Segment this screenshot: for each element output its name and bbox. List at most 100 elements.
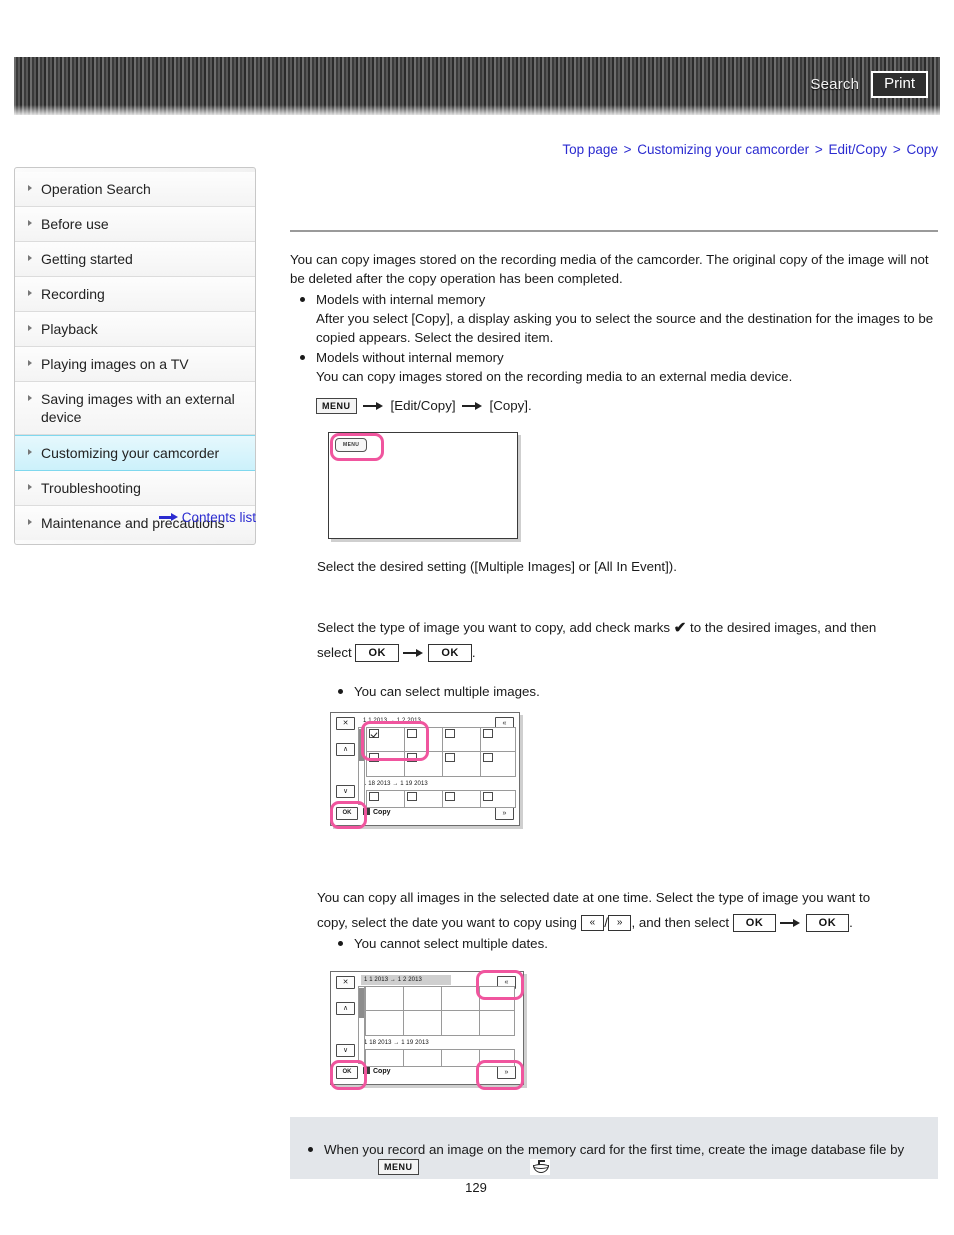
- thumbnail-checkbox[interactable]: [407, 729, 417, 738]
- all-in-event-line1: You can copy all images in the selected …: [317, 890, 871, 905]
- period: .: [849, 915, 853, 930]
- scroll-down-icon[interactable]: ∨: [336, 785, 355, 798]
- date-range-top: 1 1 2013 → 1 2 2013: [364, 977, 422, 983]
- all-in-event-line2b: , and then select: [631, 915, 730, 930]
- bullet-body: You can copy images stored on the record…: [316, 369, 793, 384]
- thumbnail-cell[interactable]: [441, 986, 481, 1012]
- sidebar-item-saving-images-external-device[interactable]: Saving images with an external device: [15, 382, 255, 435]
- select-setting-caption: Select the desired setting ([Multiple Im…: [317, 559, 677, 574]
- setup-icon: [530, 1159, 550, 1175]
- thumbnail-cell[interactable]: [479, 1010, 515, 1036]
- sidebar-item-playback[interactable]: Playback: [15, 312, 255, 347]
- sidebar-item-recording[interactable]: Recording: [15, 277, 255, 312]
- thumbnail-cell[interactable]: [441, 1049, 481, 1067]
- all-in-event-line2a: copy, select the date you want to copy u…: [317, 915, 577, 930]
- thumbnail-checkbox[interactable]: [445, 729, 455, 738]
- menu-button-glyph[interactable]: MENU: [316, 398, 357, 414]
- thumbnail-checkbox[interactable]: [407, 753, 417, 762]
- sidebar-item-playing-images-on-a-tv[interactable]: Playing images on a TV: [15, 347, 255, 382]
- copy-label-text: Copy: [373, 809, 391, 816]
- thumbnail-checkbox[interactable]: [483, 729, 493, 738]
- list-item: Models with internal memory After you se…: [290, 290, 938, 347]
- scroll-down-icon[interactable]: ∨: [336, 1044, 355, 1057]
- ok-button-glyph[interactable]: OK: [805, 914, 850, 933]
- scrollbar-track[interactable]: [358, 727, 365, 805]
- menu-button-glyph[interactable]: MENU: [378, 1159, 419, 1175]
- ok-button[interactable]: OK: [336, 807, 358, 820]
- scroll-up-icon[interactable]: ∧: [336, 743, 355, 756]
- chevron-right-icon: [28, 220, 32, 226]
- thumbnail-cell[interactable]: [441, 1010, 481, 1036]
- sidebar-item-label: Getting started: [41, 251, 133, 267]
- close-icon[interactable]: ✕: [336, 976, 355, 989]
- search-link[interactable]: Search: [810, 76, 859, 93]
- sidebar-item-label: Operation Search: [41, 181, 151, 197]
- thumbnail-cell[interactable]: [403, 1010, 443, 1036]
- sidebar-item-label: Troubleshooting: [41, 480, 141, 496]
- ok-button-glyph[interactable]: OK: [428, 644, 472, 663]
- all-in-event-note-list: You cannot select multiple dates.: [328, 934, 928, 954]
- scrollbar-thumb[interactable]: [359, 729, 364, 761]
- page-down-icon[interactable]: »: [495, 807, 514, 820]
- chevron-right-icon: [28, 290, 32, 296]
- bullet-title: Models without internal memory: [316, 350, 504, 365]
- thumbnail-checkbox[interactable]: [407, 792, 417, 801]
- thumbnail-checkbox[interactable]: [445, 753, 455, 762]
- sidebar-item-label: Saving images with an external device: [41, 391, 235, 425]
- scrollbar-thumb[interactable]: [359, 988, 364, 1018]
- setup-icon-bowl: [533, 1165, 549, 1173]
- camcorder-screen-illustration-multiple-images: ✕ ∧ ∨ OK « » 1 1 2013 → 1 2 2013 1 18 20…: [330, 712, 520, 829]
- breadcrumb-item-edit-copy[interactable]: Edit/Copy: [829, 142, 888, 157]
- sidebar-item-before-use[interactable]: Before use: [15, 207, 255, 242]
- breadcrumb-item-customizing[interactable]: Customizing your camcorder: [637, 142, 809, 157]
- thumbnail-cell[interactable]: [403, 1049, 443, 1067]
- print-button[interactable]: Print: [871, 71, 928, 98]
- header-controls: Search Print: [810, 71, 928, 98]
- thumbnail-checkbox[interactable]: [369, 792, 379, 801]
- thumbnail-cell[interactable]: [479, 986, 515, 1012]
- page-down-icon[interactable]: »: [497, 1066, 516, 1079]
- sidebar-item-label: Customizing your camcorder: [41, 445, 220, 461]
- menu-path-line: MENU [Edit/Copy] [Copy].: [316, 395, 938, 417]
- thumbnail-cell[interactable]: [403, 986, 443, 1012]
- scroll-up-icon[interactable]: ∧: [336, 1002, 355, 1015]
- ok-button[interactable]: OK: [336, 1066, 358, 1079]
- breadcrumb-item-copy[interactable]: Copy: [906, 142, 938, 157]
- camcorder-screen-illustration-menu: MENU: [328, 432, 518, 539]
- chevron-right-icon: [28, 185, 32, 191]
- instruction-text-part1: Select the type of image you want to cop…: [317, 620, 671, 635]
- ok-button-glyph[interactable]: OK: [355, 644, 399, 663]
- thumbnail-cell[interactable]: [365, 986, 405, 1012]
- sidebar-item-label: Recording: [41, 286, 105, 302]
- date-range-top: 1 1 2013 → 1 2 2013: [363, 718, 421, 724]
- contents-list-label: Contents list: [181, 509, 256, 525]
- close-icon[interactable]: ✕: [336, 717, 355, 730]
- sidebar-item-troubleshooting[interactable]: Troubleshooting: [15, 471, 255, 506]
- all-in-event-instructions: You can copy all images in the selected …: [317, 885, 942, 935]
- thumbnail-checkbox[interactable]: [445, 792, 455, 801]
- multiple-images-note-list: You can select multiple images.: [328, 682, 928, 702]
- note-line: When you record an image on the memory c…: [308, 1141, 932, 1159]
- breadcrumb-item-top-page[interactable]: Top page: [562, 142, 618, 157]
- thumbnail-checkbox[interactable]: [483, 792, 493, 801]
- sidebar-item-getting-started[interactable]: Getting started: [15, 242, 255, 277]
- page-up-button-glyph[interactable]: «: [580, 915, 605, 932]
- arrow-right-icon: [461, 401, 484, 411]
- period: .: [471, 645, 476, 660]
- thumbnail-checkbox[interactable]: [483, 753, 493, 762]
- page-down-button-glyph[interactable]: »: [607, 915, 632, 932]
- contents-list-link[interactable]: Contents list: [14, 509, 256, 525]
- thumbnail-cell[interactable]: [479, 1049, 515, 1067]
- scrollbar-track[interactable]: [358, 986, 365, 1064]
- date-range-bottom: 1 18 2013 → 1 19 2013: [363, 781, 428, 787]
- sidebar-item-customizing-your-camcorder[interactable]: Customizing your camcorder: [15, 435, 255, 471]
- sidebar-item-operation-search[interactable]: Operation Search: [15, 172, 255, 207]
- thumbnail-cell[interactable]: [365, 1049, 405, 1067]
- thumbnail-checkbox-checked[interactable]: [369, 729, 379, 738]
- ok-button-glyph[interactable]: OK: [732, 914, 777, 933]
- list-item: Models without internal memory You can c…: [290, 348, 938, 386]
- menu-path-step-1: [Edit/Copy]: [390, 398, 456, 413]
- thumbnail-cell[interactable]: [365, 1010, 405, 1036]
- thumbnail-checkbox[interactable]: [369, 753, 379, 762]
- page-number: 129: [0, 1180, 954, 1195]
